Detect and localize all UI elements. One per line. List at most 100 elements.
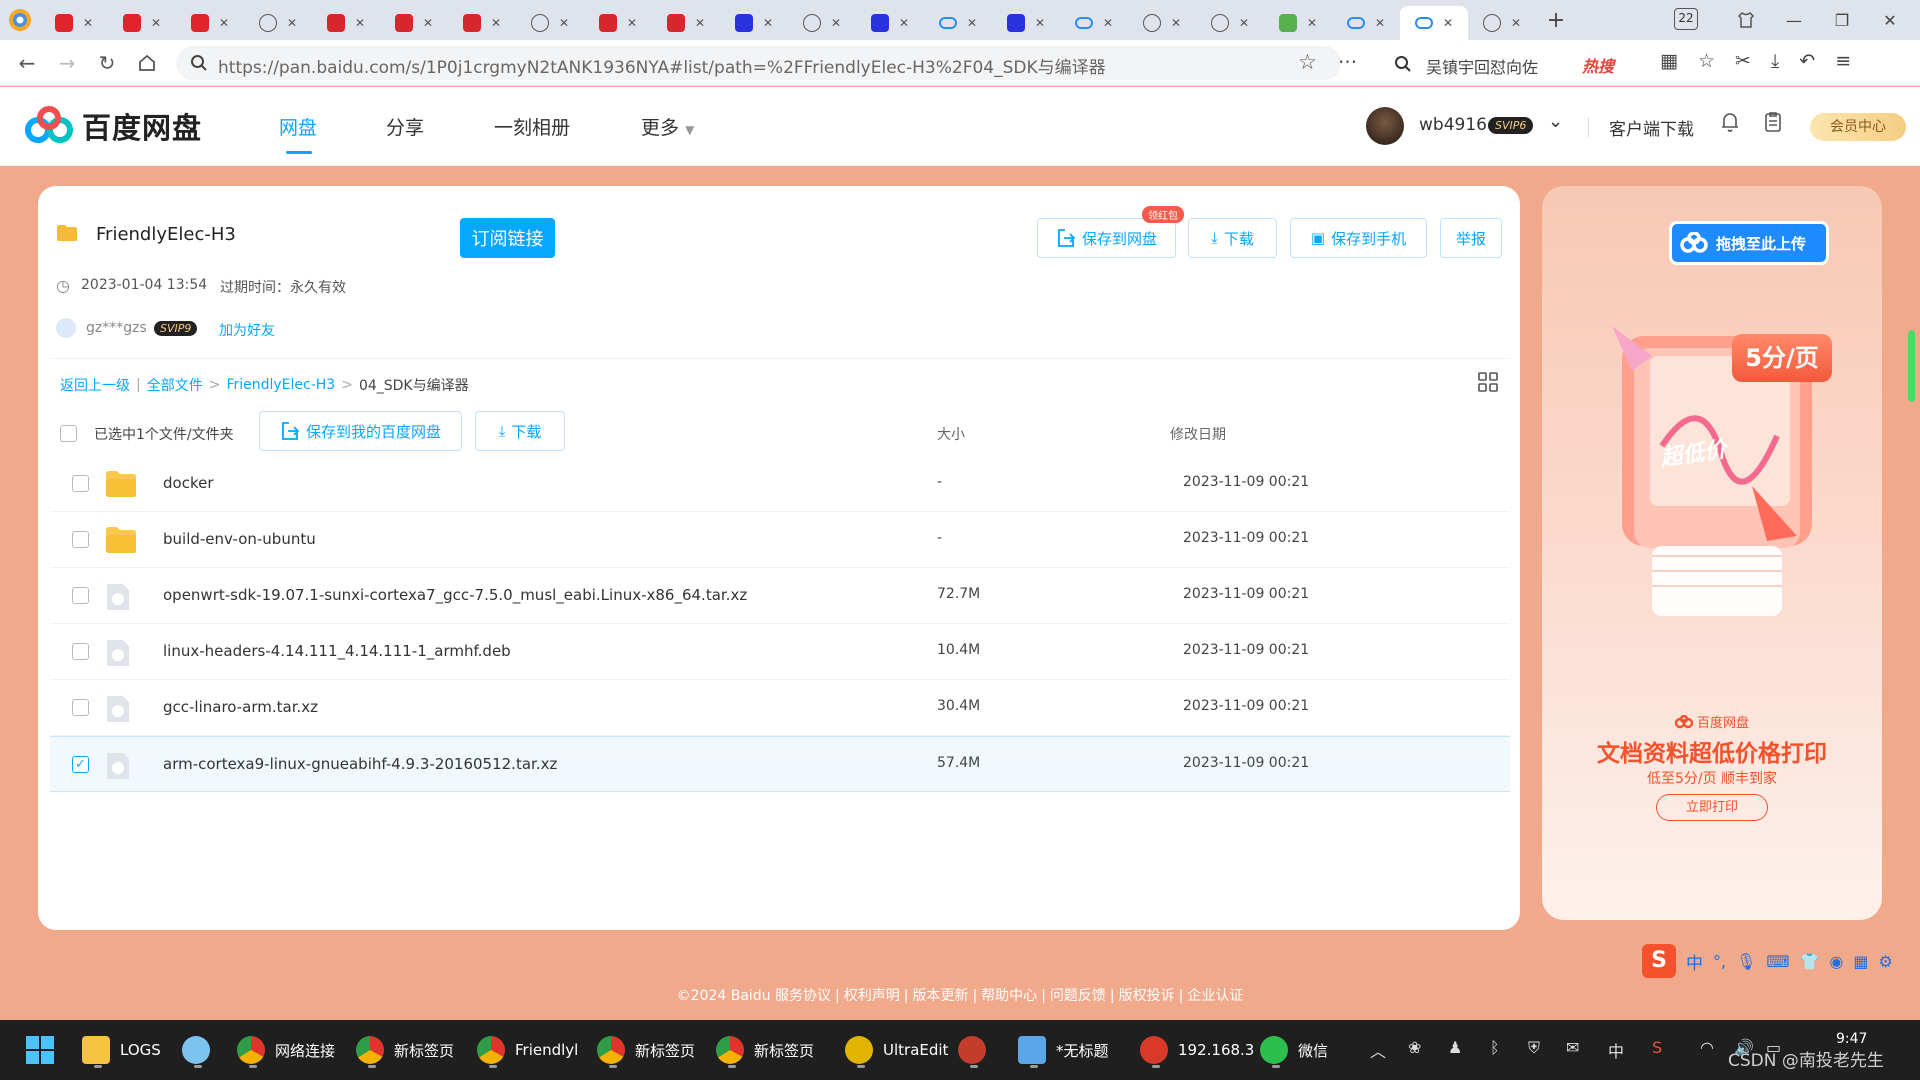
new-tab-button[interactable]: + [1536,8,1576,33]
footer-link[interactable]: 权利声明 [844,988,900,1004]
footer-link[interactable]: 服务协议 [775,988,831,1004]
taskbar-app[interactable]: UltraEdit [845,1030,948,1070]
browser-tab[interactable]: ✕ [856,6,924,40]
browser-tab[interactable]: ✕ [1060,6,1128,40]
wifi-icon[interactable]: ◠ [1700,1038,1714,1057]
close-tab-icon[interactable]: ✕ [1103,16,1113,30]
footer-link[interactable]: 版本更新 [912,988,968,1004]
menu-icon[interactable]: ≡ [1835,50,1851,72]
close-tab-icon[interactable]: ✕ [1375,16,1385,30]
scissors-icon[interactable]: ✂ [1735,50,1751,72]
file-row[interactable]: docker - 2023-11-09 00:21 [50,456,1510,512]
add-friend-link[interactable]: 加为好友 [219,320,275,340]
settings-icon[interactable]: ⚙ [1879,952,1893,971]
taskbar-app[interactable]: 新标签页 [716,1030,814,1070]
browser-tab[interactable]: ✕ [788,6,856,40]
browser-tab[interactable]: ✕ [1332,6,1400,40]
sogou-tray-icon[interactable]: S [1652,1038,1662,1057]
url-bar[interactable]: https://pan.baidu.com/s/1P0j1crgmyN2tANK… [176,46,1341,80]
row-checkbox[interactable] [72,587,89,604]
client-download-link[interactable]: 客户端下载 [1609,115,1694,140]
file-row[interactable]: linux-headers-4.14.111_4.14.111-1_armhf.… [50,624,1510,680]
netdisk-tray-icon[interactable]: ❀ [1408,1038,1421,1057]
browser-tab[interactable]: ✕ [448,6,516,40]
browser-tab[interactable]: ✕ [516,6,584,40]
close-tab-icon[interactable]: ✕ [559,16,569,30]
browser-tab[interactable]: ✕ [720,6,788,40]
nav-share[interactable]: 分享 [386,113,424,140]
close-window-button[interactable]: ✕ [1868,0,1912,40]
ime-lang-indicator[interactable]: 中 [1686,949,1703,974]
report-button[interactable]: 举报 [1440,218,1502,258]
row-checkbox[interactable] [72,475,89,492]
avatar[interactable] [1366,107,1404,145]
footer-link[interactable]: 版权投诉 [1119,988,1175,1004]
nav-netdisk[interactable]: 网盘 [279,113,317,140]
close-tab-icon[interactable]: ✕ [151,16,161,30]
col-size-header[interactable]: 大小 [937,424,965,444]
toolbox-icon[interactable]: ▦ [1853,952,1868,971]
taskbar-app[interactable]: 新标签页 [597,1030,695,1070]
ime-tray-indicator[interactable]: 中 [1608,1038,1624,1062]
windows-start-icon[interactable] [26,1036,54,1064]
breadcrumb-back[interactable]: 返回上一级 [60,375,130,395]
grid-view-icon[interactable] [1478,372,1498,396]
favorites-icon[interactable]: ☆ [1698,50,1715,72]
close-tab-icon[interactable]: ✕ [1239,16,1249,30]
nav-more[interactable]: 更多 ▼ [641,113,694,140]
save-to-phone-button[interactable]: ▣ 保存到手机 [1290,218,1427,258]
browser-tab[interactable]: ✕ [312,6,380,40]
taskbar-app[interactable]: 192.168.3 [1140,1030,1254,1070]
sogou-logo-icon[interactable]: S [1642,944,1676,978]
file-row[interactable]: build-env-on-ubuntu - 2023-11-09 00:21 [50,512,1510,568]
download-icon[interactable]: ⤓ [1771,50,1779,72]
browser-tab[interactable]: ✕ [1196,6,1264,40]
taskbar-app[interactable] [182,1030,210,1070]
download-button[interactable]: ⤓ 下载 [1188,218,1277,258]
save-to-my-netdisk-button[interactable]: 保存到我的百度网盘 [259,411,462,451]
save-to-netdisk-button[interactable]: 保存到网盘 [1037,218,1176,258]
forward-icon[interactable]: → [52,48,82,78]
scrollbar-thumb[interactable] [1908,330,1915,402]
reload-icon[interactable]: ↻ [92,48,122,78]
taskbar-app[interactable]: *无标题 [1018,1030,1109,1070]
taskbar-app[interactable]: Friendlyl [477,1030,578,1070]
bell-icon[interactable] [1720,111,1740,137]
close-tab-icon[interactable]: ✕ [1035,16,1045,30]
browser-tab[interactable]: ✕ [584,6,652,40]
keyboard-icon[interactable]: ⌨ [1766,952,1789,971]
row-checkbox[interactable] [72,643,89,660]
breadcrumb-all-files[interactable]: 全部文件 [147,375,203,395]
browser-tab[interactable]: ✕ [1400,6,1468,40]
username[interactable]: wb4916 [1419,115,1487,135]
browser-tab[interactable]: ✕ [992,6,1060,40]
footer-link[interactable]: 企业认证 [1187,988,1243,1004]
restore-button[interactable]: ❐ [1820,0,1864,40]
tab-count-badge[interactable]: 22 [1674,8,1698,30]
browser-tab[interactable]: ✕ [1468,6,1536,40]
chevron-up-icon[interactable]: ︿ [1370,1038,1386,1062]
hot-search-box[interactable]: 吴镇宇回怼向佐 热搜 [1384,46,1632,80]
taskbar-app[interactable]: 网络连接 [237,1030,335,1070]
close-tab-icon[interactable]: ✕ [491,16,501,30]
close-tab-icon[interactable]: ✕ [355,16,365,30]
undo-icon[interactable]: ↶ [1799,50,1815,72]
back-icon[interactable]: ← [12,48,42,78]
close-tab-icon[interactable]: ✕ [1171,16,1181,30]
microphone-icon[interactable]: 🎙 [1736,952,1756,971]
col-date-header[interactable]: 修改日期 [1170,424,1226,444]
row-checkbox[interactable] [72,531,89,548]
close-tab-icon[interactable]: ✕ [627,16,637,30]
subscribe-button[interactable]: 订阅链接 [460,218,555,258]
breadcrumb-parent[interactable]: FriendlyElec-H3 [226,377,335,393]
select-all-checkbox[interactable] [60,425,77,442]
clock-time[interactable]: 9:47 [1836,1031,1867,1047]
close-tab-icon[interactable]: ✕ [899,16,909,30]
game-icon[interactable]: ◉ [1829,952,1843,971]
brand-logo[interactable]: 百度网盘 [24,105,202,147]
more-icon[interactable]: ··· [1338,50,1357,74]
file-name[interactable]: arm-cortexa9-linux-gnueabihf-4.9.3-20160… [163,755,557,773]
punctuation-icon[interactable]: °, [1713,952,1726,971]
close-tab-icon[interactable]: ✕ [287,16,297,30]
drag-upload-button[interactable]: 拖拽至此上传 [1669,221,1829,265]
